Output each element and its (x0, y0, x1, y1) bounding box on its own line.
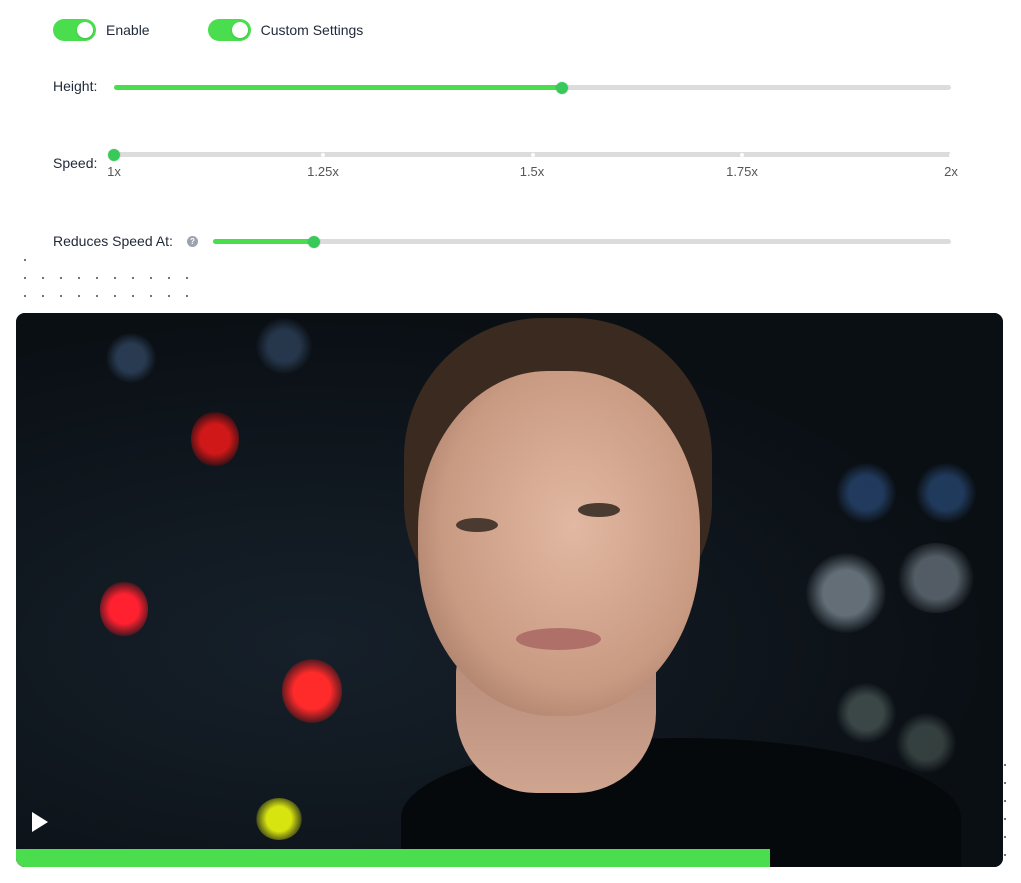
toggle-knob (77, 22, 93, 38)
person-face (418, 371, 700, 716)
play-button[interactable] (28, 810, 50, 834)
bokeh-light (106, 333, 156, 383)
bokeh-light (256, 798, 302, 840)
bokeh-light (896, 543, 976, 613)
toggle-row: Enable Custom Settings (53, 19, 421, 41)
bokeh-light (256, 318, 312, 374)
speed-tick-label: 1.75x (726, 164, 758, 179)
height-slider-thumb[interactable] (555, 81, 568, 94)
toggle-knob (231, 22, 248, 38)
bokeh-light (836, 683, 896, 743)
bokeh-light (191, 411, 239, 467)
bokeh-light (836, 463, 896, 523)
speed-tick-dot (739, 152, 744, 157)
dot-decoration (16, 251, 34, 269)
speed-tick-dot (949, 152, 953, 157)
dot-decoration (16, 269, 196, 305)
reduces-speed-label: Reduces Speed At: (53, 233, 173, 249)
question-icon[interactable]: ? (187, 236, 198, 247)
speed-tick-label: 1.5x (519, 164, 545, 179)
speed-tick-dot (530, 152, 535, 157)
reduces-speed-slider[interactable] (213, 235, 951, 248)
speed-slider-thumb[interactable] (108, 148, 120, 161)
height-slider-fill (114, 85, 562, 90)
bokeh-light (100, 581, 148, 637)
person-eye-left (456, 518, 498, 532)
custom-settings-toggle-group: Custom Settings (207, 19, 364, 41)
custom-settings-toggle[interactable] (207, 19, 251, 41)
speed-slider[interactable] (108, 148, 953, 161)
bokeh-light (916, 463, 976, 523)
height-slider[interactable] (114, 81, 951, 94)
bokeh-light (282, 659, 342, 723)
speed-tick-label: 2x (944, 164, 958, 179)
reduces-speed-slider-fill (213, 239, 315, 244)
speed-label: Speed: (53, 155, 98, 171)
reduces-speed-slider-thumb[interactable] (308, 235, 321, 248)
play-icon (32, 812, 48, 832)
video-progress-bar[interactable] (16, 849, 771, 867)
height-label: Height: (53, 78, 98, 94)
video-player[interactable] (16, 313, 1003, 867)
custom-settings-label: Custom Settings (260, 22, 364, 38)
bokeh-light (896, 713, 956, 773)
enable-label: Enable (106, 22, 150, 38)
speed-tick-label: 1.25x (307, 164, 339, 179)
speed-tick-dot (321, 152, 326, 157)
person-mouth (516, 628, 601, 650)
enable-toggle-group: Enable (53, 19, 150, 41)
person-eye-right (578, 503, 620, 517)
bokeh-light (806, 553, 886, 633)
speed-tick-label: 1x (107, 164, 121, 179)
enable-toggle[interactable] (53, 19, 96, 41)
